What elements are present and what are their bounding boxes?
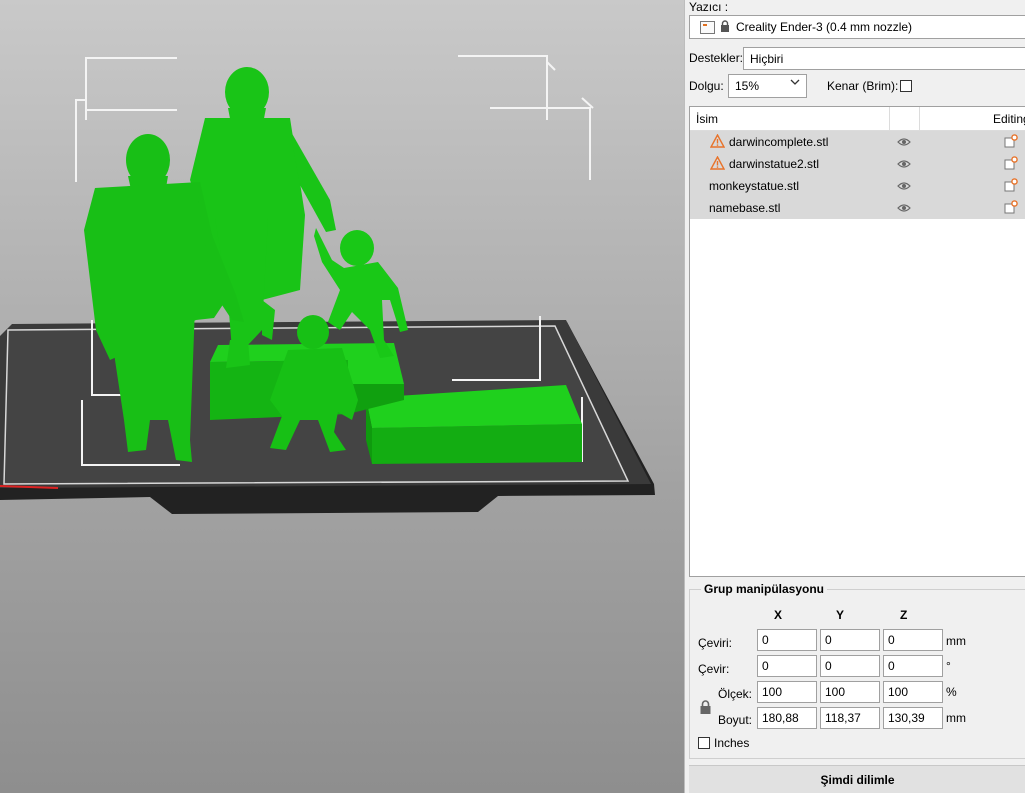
scale-x-field[interactable]: 100: [757, 681, 817, 703]
axis-y-label: Y: [836, 608, 845, 622]
edit-settings-icon[interactable]: [1004, 178, 1018, 195]
column-editing[interactable]: Editing: [993, 112, 1025, 126]
infill-label: Dolgu:: [689, 79, 724, 93]
rotate-unit: °: [946, 659, 951, 673]
translate-unit: mm: [946, 634, 966, 648]
rotate-x-field[interactable]: 0: [757, 655, 817, 677]
object-list-row[interactable]: darwinstatue2.stl: [690, 153, 1025, 175]
object-name: darwincomplete.stl: [729, 135, 829, 149]
size-unit: mm: [946, 711, 966, 725]
translate-y-field[interactable]: 0: [820, 629, 880, 651]
object-list-row[interactable]: darwincomplete.stl: [690, 131, 1025, 153]
edit-settings-icon[interactable]: [1004, 200, 1018, 217]
translate-label: Çeviri:: [698, 636, 733, 650]
3d-viewport[interactable]: [0, 0, 684, 793]
rotate-z-field[interactable]: 0: [883, 655, 943, 677]
chevron-down-icon: [790, 77, 800, 90]
inches-label: Inches: [714, 736, 750, 750]
visibility-eye-icon[interactable]: [897, 158, 911, 172]
printer-label: Yazıcı :: [689, 0, 729, 14]
supports-value: Hiçbiri: [750, 51, 784, 66]
edit-settings-icon[interactable]: [1004, 156, 1018, 173]
supports-label: Destekler:: [689, 51, 744, 65]
supports-select[interactable]: Hiçbiri: [743, 47, 1025, 70]
size-z-field[interactable]: 130,39: [883, 707, 943, 729]
rotate-label: Çevir:: [698, 662, 730, 676]
object-list-row[interactable]: namebase.stl: [690, 197, 1025, 219]
translate-z-field[interactable]: 0: [883, 629, 943, 651]
printer-icon: [700, 20, 715, 34]
scale-y-field[interactable]: 100: [820, 681, 880, 703]
size-y-field[interactable]: 118,37: [820, 707, 880, 729]
object-name: darwinstatue2.stl: [729, 157, 820, 171]
object-list-row[interactable]: monkeystatue.stl: [690, 175, 1025, 197]
settings-sidebar: Yazıcı : Creality Ender-3 (0.4 mm nozzle…: [684, 0, 1025, 793]
infill-select[interactable]: 15%: [728, 74, 807, 98]
scene: [0, 55, 655, 514]
lock-icon: [720, 19, 730, 35]
object-name: namebase.stl: [709, 201, 781, 215]
visibility-eye-icon[interactable]: [897, 202, 911, 216]
object-list[interactable]: İsim Editing darwincomplete.stl darwinsta…: [689, 106, 1025, 577]
column-name[interactable]: İsim: [696, 112, 718, 126]
inches-checkbox[interactable]: [698, 737, 710, 749]
group-manipulation-title: Grup manipülasyonu: [701, 582, 828, 596]
infill-value: 15%: [735, 79, 760, 93]
visibility-eye-icon[interactable]: [897, 136, 911, 150]
axis-x-label: X: [774, 608, 783, 622]
size-label: Boyut:: [718, 713, 753, 727]
size-x-field[interactable]: 180,88: [757, 707, 817, 729]
scale-label: Ölçek:: [718, 687, 753, 701]
warning-icon[interactable]: [709, 133, 726, 151]
rotate-y-field[interactable]: 0: [820, 655, 880, 677]
edit-settings-icon[interactable]: [1004, 134, 1018, 151]
printer-value: Creality Ender-3 (0.4 mm nozzle): [736, 20, 913, 34]
slice-now-button[interactable]: Şimdi dilimle: [689, 765, 1025, 793]
brim-checkbox[interactable]: [900, 80, 912, 92]
group-manipulation-panel: Grup manipülasyonu X Y Z Çeviri: 0 0 0 m…: [689, 582, 1025, 759]
visibility-eye-icon[interactable]: [897, 180, 911, 194]
translate-x-field[interactable]: 0: [757, 629, 817, 651]
object-name: monkeystatue.stl: [709, 179, 800, 193]
warning-icon[interactable]: [709, 155, 726, 173]
scale-unit: %: [946, 685, 957, 699]
printer-select[interactable]: Creality Ender-3 (0.4 mm nozzle): [689, 15, 1025, 39]
object-list-header: İsim Editing: [690, 107, 1025, 131]
axis-z-label: Z: [900, 608, 908, 622]
brim-label: Kenar (Brim):: [827, 79, 899, 93]
scale-lock-icon[interactable]: [699, 700, 712, 718]
scale-z-field[interactable]: 100: [883, 681, 943, 703]
